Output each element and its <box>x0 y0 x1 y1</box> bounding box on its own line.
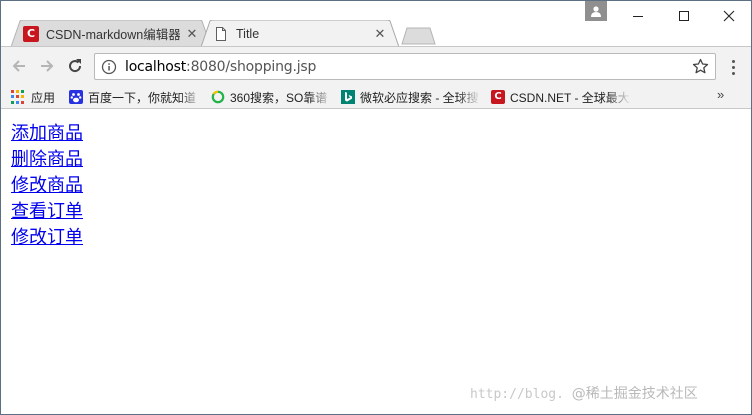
tab-title: Title <box>236 26 260 41</box>
close-tab-icon[interactable]: ✕ <box>373 26 387 42</box>
reload-icon <box>69 59 82 73</box>
info-icon[interactable] <box>101 59 117 75</box>
url-host: localhost <box>125 58 187 75</box>
link-edit-product[interactable]: 修改商品 <box>11 173 83 199</box>
link-view-order[interactable]: 查看订单 <box>11 199 83 225</box>
reload-button[interactable] <box>64 55 86 77</box>
label-fade <box>457 88 481 106</box>
bookmarks-overflow-button[interactable]: » <box>717 87 724 102</box>
close-tab-icon[interactable]: ✕ <box>185 26 199 42</box>
bookmark-360[interactable]: 360搜索，SO靠谱 <box>211 88 333 106</box>
close-window-button[interactable] <box>706 1 752 31</box>
link-delete-product[interactable]: 删除商品 <box>11 147 83 173</box>
bookmark-label: 应用 <box>31 90 56 105</box>
watermark-url: http://blog. <box>470 387 564 402</box>
label-fade <box>607 88 631 106</box>
link-edit-order[interactable]: 修改订单 <box>11 225 83 251</box>
url-path: :8080/shopping.jsp <box>186 58 317 75</box>
watermark: http://blog. @稀土掘金技术社区 <box>470 383 698 403</box>
user-profile-icon[interactable] <box>585 1 607 21</box>
bookmark-star-icon[interactable] <box>692 58 709 75</box>
address-bar[interactable]: localhost:8080/shopping.jsp <box>94 53 716 80</box>
arrow-right-icon <box>41 60 54 72</box>
bing-icon <box>341 90 355 104</box>
360-search-icon <box>211 90 225 104</box>
apps-grid-icon <box>11 90 25 104</box>
tab-title-page[interactable]: Title ✕ <box>201 20 399 47</box>
label-fade <box>179 88 203 106</box>
menu-kebab-icon[interactable] <box>725 57 741 77</box>
arrow-left-icon <box>12 60 25 72</box>
link-add-product[interactable]: 添加商品 <box>11 121 83 147</box>
forward-button[interactable] <box>36 55 58 77</box>
tab-csdn-editor[interactable]: C CSDN-markdown编辑器 ✕ <box>11 20 211 47</box>
back-button[interactable] <box>8 55 30 77</box>
tab-strip: C CSDN-markdown编辑器 ✕ Title ✕ <box>1 1 751 47</box>
new-tab-button[interactable] <box>401 27 437 45</box>
maximize-button[interactable] <box>661 1 707 31</box>
bookmarks-bar: 应用 百度一下，你就知道 360搜索，SO靠谱 微软必应搜索 - 全球搜 C C… <box>1 85 751 109</box>
browser-toolbar: localhost:8080/shopping.jsp <box>1 47 751 85</box>
tab-title: CSDN-markdown编辑器 <box>46 28 180 42</box>
watermark-brand: @稀土掘金技术社区 <box>571 386 698 402</box>
csdn-logo-icon: C <box>491 90 505 104</box>
page-icon <box>213 26 229 42</box>
bookmark-csdn[interactable]: C CSDN.NET - 全球最大 <box>491 88 631 106</box>
baidu-paw-icon <box>69 90 83 104</box>
page-content: 添加商品 删除商品 修改商品 查看订单 修改订单 <box>11 121 83 251</box>
browser-window: C CSDN-markdown编辑器 ✕ Title ✕ localhost:8… <box>0 0 752 415</box>
url-text: localhost:8080/shopping.jsp <box>125 59 316 75</box>
bookmark-bing[interactable]: 微软必应搜索 - 全球搜 <box>341 88 481 106</box>
bookmark-apps[interactable]: 应用 <box>11 88 55 106</box>
label-fade <box>309 88 333 106</box>
minimize-button[interactable] <box>615 1 661 31</box>
bookmark-baidu[interactable]: 百度一下，你就知道 <box>69 88 203 106</box>
csdn-logo-icon: C <box>23 25 39 42</box>
